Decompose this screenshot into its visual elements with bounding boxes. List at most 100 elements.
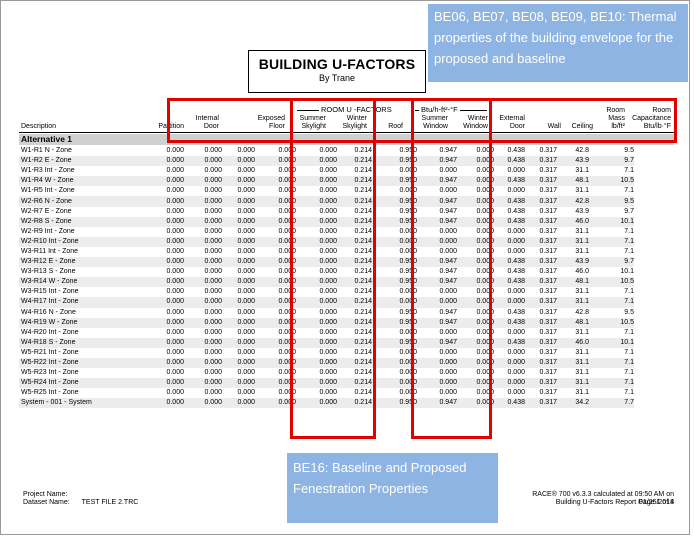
row-description: W1-R4 W - Zone [19,176,151,187]
row-value: 0.000 [151,176,184,187]
row-value: 0.000 [204,348,222,356]
highlight-window-box [411,98,492,439]
row-description: W2-R9 Int - Zone [21,227,75,235]
row-value: 0.317 [539,147,557,155]
row-value: 0.000 [184,156,222,167]
row-value: 9.5 [589,196,634,207]
row-value: 0.000 [184,277,222,288]
row-description: W4-R17 Int - Zone [19,297,151,308]
row-description: W1-R5 Int - Zone [21,187,75,195]
row-value: 0.317 [525,236,557,247]
row-value: 42.8 [557,196,589,207]
row-value: 0.000 [151,236,184,247]
row-value: 0.000 [507,227,525,235]
row-value: 0.000 [204,369,222,377]
row-description: W1-R3 Int - Zone [21,167,75,175]
row-description: W3-R13 S - Zone [21,268,76,276]
highlight-skylight-box [290,98,376,439]
row-value: 0.000 [166,389,184,397]
row-value: 31.1 [575,167,589,175]
row-value: 0.438 [494,337,525,348]
row-value: 31.1 [575,227,589,235]
row-value: 0.000 [166,369,184,377]
row-value: 0.000 [222,176,255,187]
row-value: 0.000 [222,236,255,247]
callout-fenestration: BE16: Baseline and Proposed Fenestration… [287,453,498,523]
row-value: 9.7 [624,207,634,215]
row-value: 0.000 [222,196,255,207]
row-value: 0.000 [222,156,255,167]
row-value: 0.000 [151,257,184,268]
footer-dataset: Dataset Name: TEST FILE 2.TRC [23,499,138,507]
row-value: 0.317 [525,176,557,187]
row-value: 7.1 [624,167,634,175]
row-description: W4-R19 W - Zone [19,317,151,328]
row-description: W4-R20 Int - Zone [21,328,79,336]
row-value: 0.000 [204,328,222,336]
row-value: 0.000 [166,308,184,316]
row-value: 43.9 [575,207,589,215]
row-value: 0.000 [151,277,184,288]
row-value: 0.317 [525,257,557,268]
row-value: 0.317 [525,196,557,207]
row-value: 10.1 [589,337,634,348]
row-value: 0.317 [539,328,557,336]
row-value: 0.000 [237,268,255,276]
row-value: 43.9 [557,257,589,268]
row-value: 10.5 [589,277,634,288]
row-value: 0.000 [166,167,184,175]
row-value: 7.7 [589,398,634,409]
row-value: 7.1 [624,187,634,195]
col-description: Description [21,123,57,130]
row-value: 31.1 [557,236,589,247]
row-value: 0.317 [539,288,557,296]
row-value: 48.1 [557,317,589,328]
row-value: 31.1 [557,297,589,308]
row-value: 7.1 [624,227,634,235]
row-value: 0.000 [222,357,255,369]
row-value: 0.317 [539,167,557,175]
row-value: 7.1 [624,369,634,377]
row-value: 0.000 [184,196,222,207]
row-value: 46.0 [557,216,589,227]
row-value: 9.5 [624,147,634,155]
row-value: 0.000 [494,357,525,369]
row-value: 0.000 [237,147,255,155]
row-description: W4-R18 S - Zone [19,337,151,348]
row-value: 0.000 [151,156,184,167]
row-value: 0.000 [166,227,184,235]
row-description: W3-R15 Int - Zone [21,288,79,296]
row-value: 31.1 [575,348,589,356]
footer-dataset-label: Dataset Name: [23,499,70,506]
row-value: 31.1 [575,247,589,255]
row-value: 0.317 [525,317,557,328]
row-value: 0.000 [222,277,255,288]
row-value: 0.000 [184,378,222,389]
report-title: BUILDING U-FACTORS [258,56,416,72]
row-value: 7.1 [624,328,634,336]
row-value: 0.000 [204,389,222,397]
row-description: System - 001 - System [19,398,151,409]
row-value: 0.317 [539,348,557,356]
row-value: 7.1 [589,236,634,247]
row-value: 0.000 [151,378,184,389]
row-value: 34.2 [557,398,589,409]
row-value: 0.317 [539,187,557,195]
row-value: 9.7 [589,257,634,268]
row-value: 0.000 [494,297,525,308]
row-value: 0.000 [222,297,255,308]
row-value: 7.1 [624,247,634,255]
row-value: 0.000 [151,297,184,308]
row-value: 0.317 [525,378,557,389]
row-value: 0.317 [539,227,557,235]
row-value: 0.317 [539,308,557,316]
row-description: W2-R7 E - Zone [21,207,72,215]
row-value: 0.317 [539,389,557,397]
row-value: 0.000 [222,398,255,409]
row-value: 0.000 [222,216,255,227]
row-description: W4-R16 N - Zone [21,308,76,316]
row-description: W5-R21 Int - Zone [21,348,79,356]
row-value: 0.000 [184,176,222,187]
row-value: 0.317 [525,277,557,288]
row-value: 0.000 [237,308,255,316]
